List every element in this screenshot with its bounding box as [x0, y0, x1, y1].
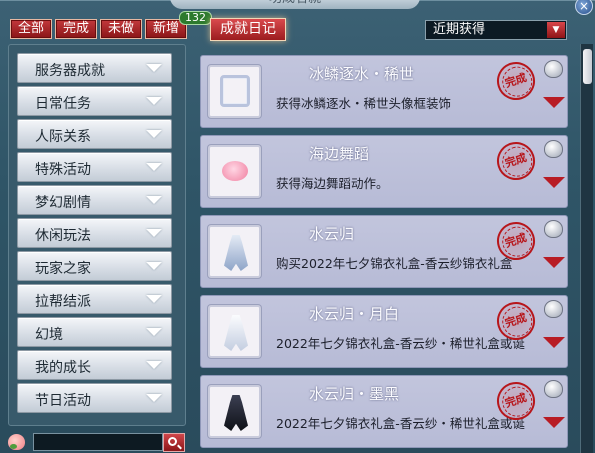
- chevron-down-icon: [146, 262, 162, 270]
- category-illusion[interactable]: 幻境: [17, 317, 172, 347]
- category-label: 休闲玩法: [35, 228, 91, 244]
- peach-reward-icon[interactable]: [544, 60, 563, 78]
- peach-reward-icon[interactable]: [544, 380, 563, 398]
- avatar-frame-icon: [208, 65, 261, 118]
- close-button[interactable]: ×: [575, 0, 593, 15]
- expand-arrow-icon[interactable]: [543, 257, 565, 268]
- search-input[interactable]: [33, 433, 163, 451]
- category-label: 梦幻剧情: [35, 195, 91, 211]
- category-label: 幻境: [35, 327, 63, 343]
- category-label: 我的成长: [35, 360, 91, 376]
- chevron-down-icon: [146, 64, 162, 72]
- dance-action-icon: [208, 145, 261, 198]
- category-my-growth[interactable]: 我的成长: [17, 350, 172, 380]
- category-sidebar: 服务器成就 日常任务 人际关系 特殊活动 梦幻剧情 休闲玩法 玩家之家 拉帮结派…: [8, 44, 186, 426]
- category-special-events[interactable]: 特殊活动: [17, 152, 172, 182]
- robe-white-icon: [208, 305, 261, 358]
- robe-icon: [208, 225, 261, 278]
- peach-icon: [8, 434, 25, 450]
- achievement-card[interactable]: 海边舞蹈 获得海边舞蹈动作。 完成: [200, 135, 568, 208]
- peach-reward-icon[interactable]: [544, 220, 563, 238]
- category-server-achievements[interactable]: 服务器成就: [17, 53, 172, 83]
- achievement-name: 水云归・月白: [309, 305, 400, 323]
- sort-dropdown[interactable]: 近期获得 ▼: [425, 20, 567, 40]
- category-label: 人际关系: [35, 129, 91, 145]
- achievement-list: 冰鳞逐水・稀世 获得冰鳞逐水・稀世头像框装饰 完成 海边舞蹈 获得海边舞蹈动作。…: [195, 44, 580, 453]
- category-daily-tasks[interactable]: 日常任务: [17, 86, 172, 116]
- expand-arrow-icon[interactable]: [543, 97, 565, 108]
- expand-arrow-icon[interactable]: [543, 417, 565, 428]
- list-scrollbar[interactable]: [580, 44, 593, 453]
- chevron-down-icon[interactable]: ▼: [547, 22, 565, 38]
- achievement-diary-button[interactable]: 成就日记: [210, 18, 286, 41]
- chevron-down-icon: [146, 229, 162, 237]
- achievement-name: 海边舞蹈: [309, 145, 370, 163]
- category-label: 服务器成就: [35, 63, 105, 79]
- chevron-down-icon: [146, 97, 162, 105]
- expand-arrow-icon[interactable]: [543, 337, 565, 348]
- category-leisure[interactable]: 休闲玩法: [17, 218, 172, 248]
- scroll-thumb[interactable]: [583, 49, 592, 84]
- search-button[interactable]: [163, 433, 185, 452]
- category-relationships[interactable]: 人际关系: [17, 119, 172, 149]
- achievement-card[interactable]: 水云归・月白 2022年七夕锦衣礼盒-香云纱・稀世礼盒或诞 完成: [200, 295, 568, 368]
- category-label: 日常任务: [35, 96, 91, 112]
- category-guild[interactable]: 拉帮结派: [17, 284, 172, 314]
- window-title: 功成名就: [170, 0, 420, 9]
- expand-arrow-icon[interactable]: [543, 177, 565, 188]
- chevron-down-icon: [146, 163, 162, 171]
- filter-tab-all[interactable]: 全部: [10, 19, 52, 39]
- achievement-name: 冰鳞逐水・稀世: [309, 65, 415, 83]
- peach-reward-icon[interactable]: [544, 140, 563, 158]
- robe-black-icon: [208, 385, 261, 438]
- search-icon: [168, 437, 177, 446]
- chevron-down-icon: [146, 295, 162, 303]
- chevron-down-icon: [146, 394, 162, 402]
- category-label: 玩家之家: [35, 261, 91, 277]
- category-story[interactable]: 梦幻剧情: [17, 185, 172, 215]
- category-festivals[interactable]: 节日活动: [17, 383, 172, 413]
- sort-selected-value: 近期获得: [433, 22, 486, 37]
- chevron-down-icon: [146, 130, 162, 138]
- new-count-badge: 132: [179, 11, 212, 25]
- achievement-card[interactable]: 水云归・墨黑 2022年七夕锦衣礼盒-香云纱・稀世礼盒或诞 完成: [200, 375, 568, 448]
- peach-reward-icon[interactable]: [544, 300, 563, 318]
- filter-tab-completed[interactable]: 完成: [55, 19, 97, 39]
- chevron-down-icon: [146, 361, 162, 369]
- achievement-card[interactable]: 水云归 购买2022年七夕锦衣礼盒-香云纱锦衣礼盒 完成: [200, 215, 568, 288]
- achievement-name: 水云归: [309, 225, 355, 243]
- category-label: 节日活动: [35, 393, 91, 409]
- achievement-name: 水云归・墨黑: [309, 385, 400, 403]
- filter-tab-undone[interactable]: 未做: [100, 19, 142, 39]
- achievement-card[interactable]: 冰鳞逐水・稀世 获得冰鳞逐水・稀世头像框装饰 完成: [200, 55, 568, 128]
- category-label: 特殊活动: [35, 162, 91, 178]
- chevron-down-icon: [146, 196, 162, 204]
- achievement-window: 功成名就 × 全部 完成 未做 新增 132 成就日记 近期获得 ▼ 服务器成就…: [0, 0, 595, 453]
- chevron-down-icon: [146, 328, 162, 336]
- category-label: 拉帮结派: [35, 294, 91, 310]
- category-player-home[interactable]: 玩家之家: [17, 251, 172, 281]
